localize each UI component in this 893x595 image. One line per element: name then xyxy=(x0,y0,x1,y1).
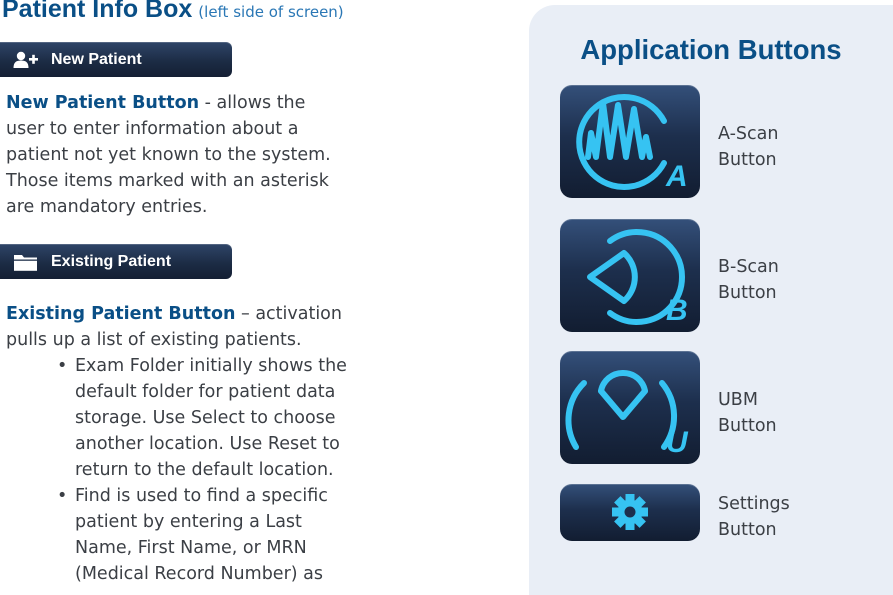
ascan-letter: A xyxy=(665,160,688,193)
new-patient-button[interactable]: New Patient xyxy=(0,42,232,77)
bscan-button[interactable]: B xyxy=(560,219,700,332)
application-buttons-panel: Application Buttons A A-Scan Button B B-S… xyxy=(529,5,893,595)
ubm-label-line1: UBM xyxy=(718,390,758,410)
settings-button[interactable] xyxy=(560,484,700,541)
ascan-label-line2: Button xyxy=(718,150,777,170)
new-patient-term: New Patient Button xyxy=(6,93,200,113)
ubm-label-line2: Button xyxy=(718,416,777,436)
list-item: Exam Folder initially shows the default … xyxy=(0,353,360,483)
new-patient-description: New Patient Button - allows the user to … xyxy=(6,90,346,220)
section-title: Patient Info Box xyxy=(2,0,193,23)
ascan-label-line1: A-Scan xyxy=(718,124,779,144)
existing-patient-label: Existing Patient xyxy=(51,252,172,270)
list-item: Find is used to find a specific patient … xyxy=(0,483,360,587)
existing-patient-term: Existing Patient Button xyxy=(6,304,236,324)
add-person-icon xyxy=(13,50,39,70)
existing-patient-button[interactable]: Existing Patient xyxy=(0,244,232,279)
new-patient-label: New Patient xyxy=(51,50,142,68)
existing-patient-bullets: Exam Folder initially shows the default … xyxy=(0,353,360,587)
ubm-label: UBM Button xyxy=(718,387,868,439)
ascan-button[interactable]: A xyxy=(560,85,700,198)
settings-label: Settings Button xyxy=(718,491,868,543)
folder-icon xyxy=(13,252,39,272)
section-heading: Patient Info Box (left side of screen) xyxy=(2,0,344,24)
ubm-letter: U xyxy=(666,426,689,459)
settings-label-line2: Button xyxy=(718,520,777,540)
bscan-icon: B xyxy=(587,229,688,327)
existing-patient-description: Existing Patient Button – activation pul… xyxy=(6,301,346,353)
patient-info-section: Patient Info Box (left side of screen) Ne… xyxy=(0,0,500,584)
ubm-button[interactable]: U xyxy=(560,351,700,464)
gear-icon xyxy=(612,494,648,530)
ascan-icon: A xyxy=(576,94,688,193)
bscan-label-line2: Button xyxy=(718,283,777,303)
section-subtitle: (left side of screen) xyxy=(198,3,344,21)
ascan-label: A-Scan Button xyxy=(718,121,868,173)
bscan-label: B-Scan Button xyxy=(718,254,868,306)
bscan-label-line1: B-Scan xyxy=(718,257,779,277)
ubm-icon: U xyxy=(565,369,689,459)
panel-title: Application Buttons xyxy=(580,34,842,65)
bscan-letter: B xyxy=(666,294,688,327)
settings-label-line1: Settings xyxy=(718,494,790,514)
